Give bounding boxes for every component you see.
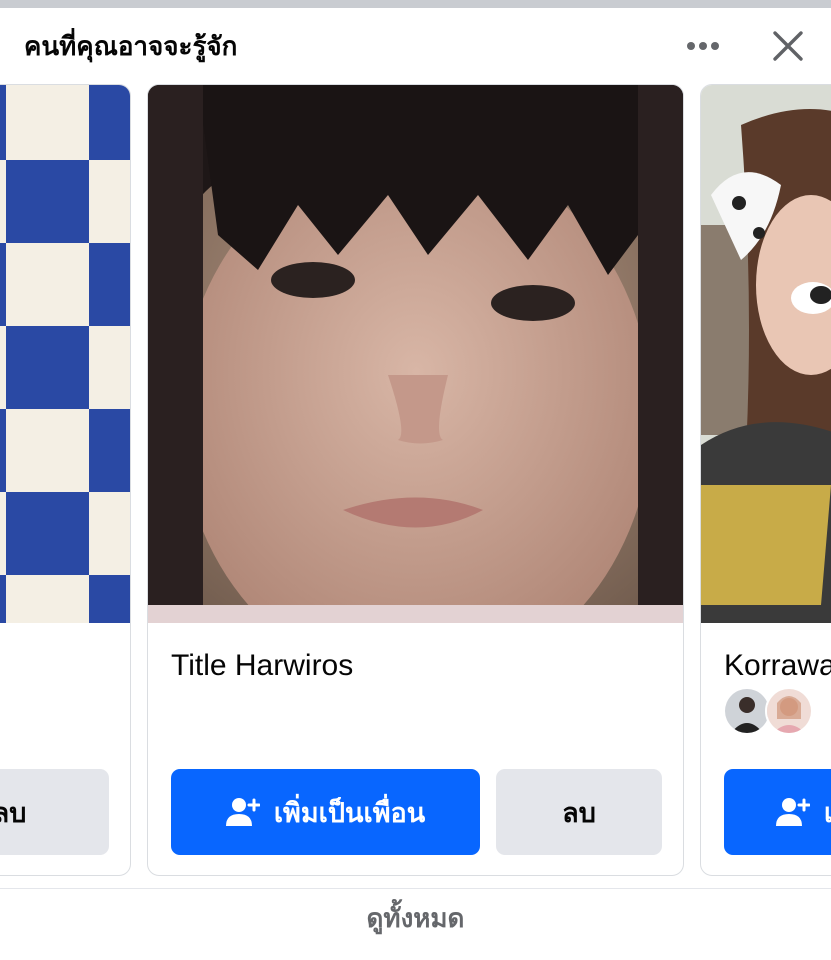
profile-photo[interactable] xyxy=(701,85,831,623)
add-friend-icon xyxy=(225,798,260,826)
mutual-friend-avatar xyxy=(765,687,813,735)
add-friend-button[interactable]: เ xyxy=(724,769,831,855)
suggestion-card: ลบ xyxy=(0,84,131,876)
close-button[interactable] xyxy=(764,22,812,70)
remove-button[interactable]: ลบ xyxy=(0,769,109,855)
profile-photo[interactable] xyxy=(148,85,683,623)
section-title: คนที่คุณอาจจะรู้จัก xyxy=(24,32,238,62)
more-options-button[interactable] xyxy=(679,22,727,70)
child-portrait-photo xyxy=(148,85,683,623)
person-name[interactable]: Title Harwiros xyxy=(171,649,353,683)
checkered-pattern-photo xyxy=(0,85,130,623)
suggestion-card: Title Harwiros เพิ่มเป็นเพื่อน ลบ xyxy=(147,84,684,876)
add-friend-label: เ xyxy=(824,791,831,834)
profile-photo[interactable] xyxy=(0,85,130,623)
person-name[interactable]: Korrawa xyxy=(724,649,831,683)
add-friend-icon xyxy=(776,798,810,826)
add-friend-button[interactable]: เพิ่มเป็นเพื่อน xyxy=(171,769,480,855)
people-you-may-know-carousel[interactable]: ลบ xyxy=(0,84,831,880)
close-icon xyxy=(773,31,803,61)
mutual-friend-avatar xyxy=(723,687,771,735)
see-all-link[interactable]: ดูทั้งหมด xyxy=(0,898,831,939)
remove-button[interactable]: ลบ xyxy=(496,769,662,855)
suggestion-card: Korrawa มี เ xyxy=(700,84,831,876)
more-horizontal-icon xyxy=(687,42,719,50)
woman-portrait-photo xyxy=(701,85,831,623)
footer-divider xyxy=(0,888,831,889)
top-divider xyxy=(0,0,831,8)
add-friend-label: เพิ่มเป็นเพื่อน xyxy=(273,797,426,829)
